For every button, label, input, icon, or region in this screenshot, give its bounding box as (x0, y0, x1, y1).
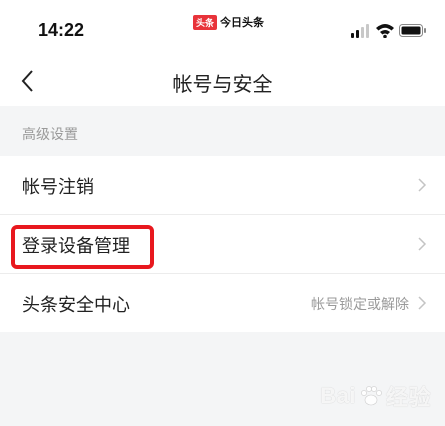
app-badge-name: 今日头条 (220, 16, 265, 29)
status-icons (351, 22, 427, 39)
battery-icon (399, 24, 426, 37)
chevron-right-icon (418, 237, 427, 251)
nav-bar: 帐号与安全 (0, 56, 445, 106)
signal-icon (351, 24, 369, 38)
toutiao-logo: 头条 (193, 14, 218, 30)
row-value: 帐号锁定或解除 (311, 297, 409, 313)
wifi-icon (376, 24, 394, 39)
chevron-right-icon (418, 178, 427, 192)
app-badge: 头条 今日头条 (193, 13, 264, 31)
row-label: 帐号注销 (22, 177, 94, 198)
watermark-left: Bai (320, 383, 356, 408)
settings-list: 帐号注销 登录设备管理 头条安全中心 帐号锁定或解除 (0, 156, 445, 332)
status-time: 14:22 (38, 20, 85, 40)
baidu-watermark: Bai 经验 (320, 380, 431, 412)
row-device-management[interactable]: 登录设备管理 (0, 215, 445, 274)
section-header: 高级设置 (0, 106, 445, 156)
row-account-cancel[interactable]: 帐号注销 (0, 156, 445, 215)
chevron-right-icon (418, 296, 427, 310)
watermark-right: 经验 (385, 385, 431, 410)
row-security-center[interactable]: 头条安全中心 帐号锁定或解除 (0, 274, 445, 332)
status-bar: 14:22 头条 今日头条 (0, 0, 445, 56)
row-label: 登录设备管理 (22, 236, 130, 257)
row-label: 头条安全中心 (22, 295, 130, 316)
page-title: 帐号与安全 (172, 72, 273, 96)
paw-icon (361, 386, 382, 406)
section-header-label: 高级设置 (22, 127, 78, 143)
